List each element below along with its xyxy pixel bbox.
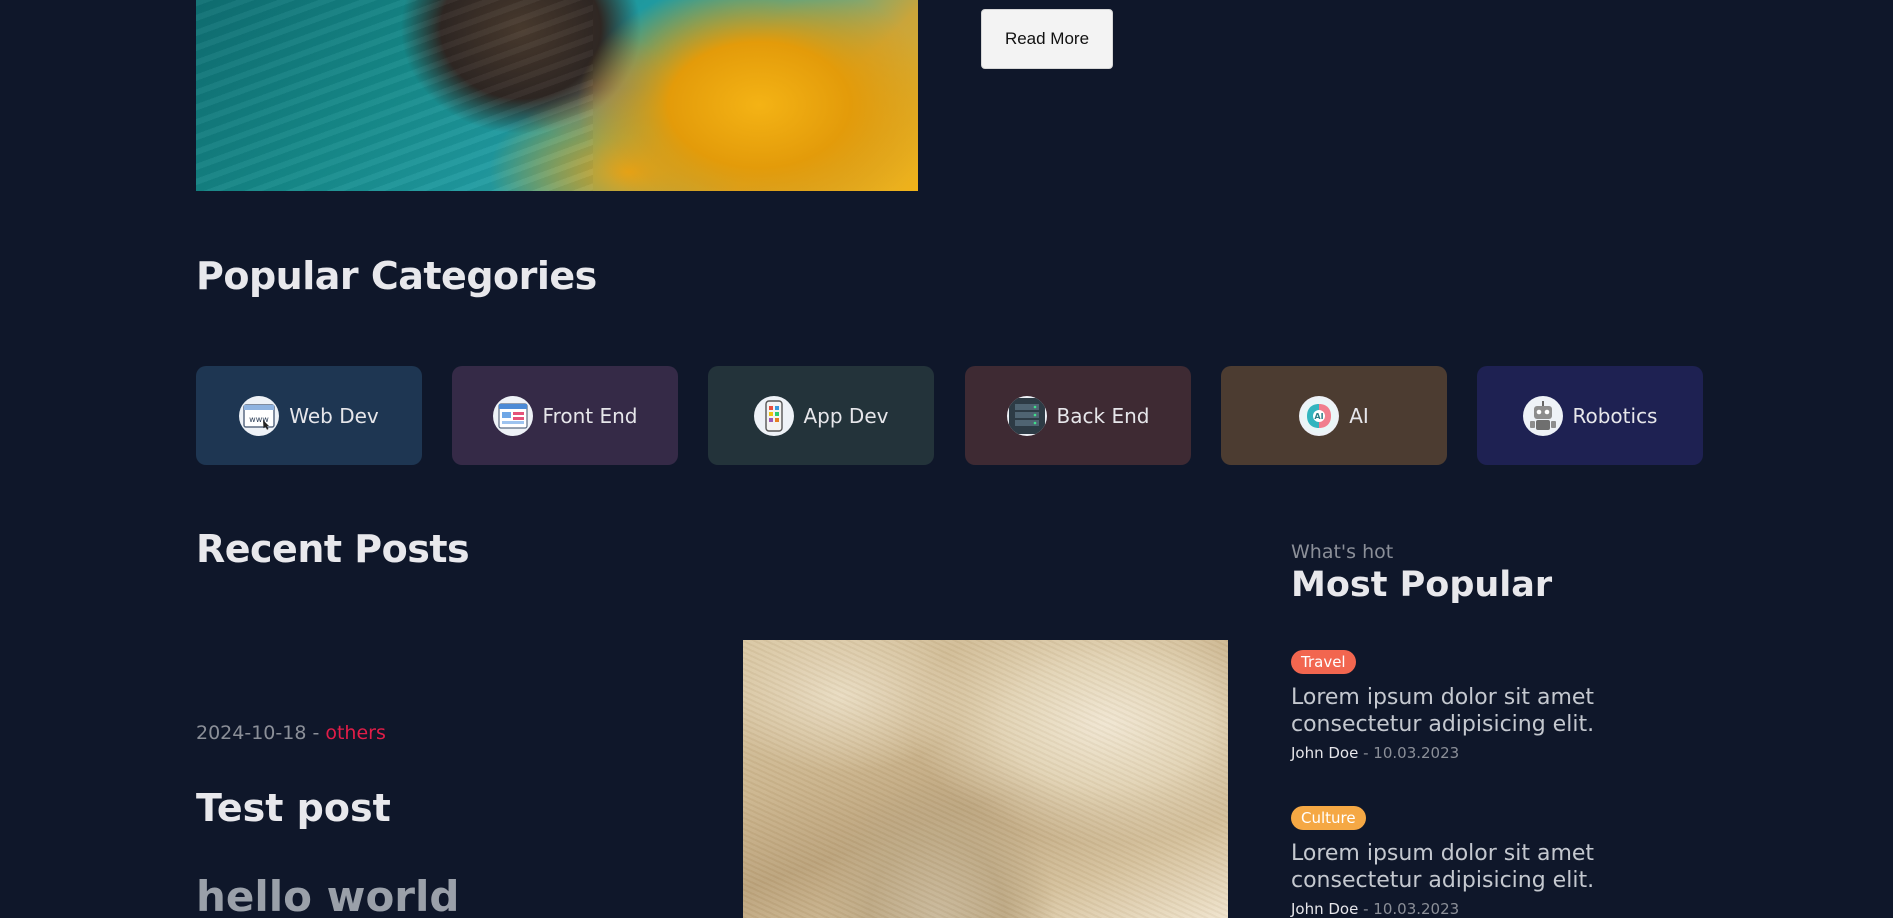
popular-post-item: Travel Lorem ipsum dolor sit amet consec… bbox=[1291, 650, 1711, 762]
popular-post-title[interactable]: Lorem ipsum dolor sit amet consectetur a… bbox=[1291, 684, 1711, 738]
popular-categories-title: Popular Categories bbox=[196, 254, 597, 298]
tag-badge-travel[interactable]: Travel bbox=[1291, 650, 1356, 674]
post-date: 2024-10-18 bbox=[196, 722, 307, 744]
server-icon bbox=[1006, 395, 1047, 436]
meta-separator: - bbox=[306, 722, 326, 744]
svg-text:www: www bbox=[249, 415, 269, 424]
www-browser-icon: www bbox=[239, 395, 280, 436]
byline-separator: - bbox=[1358, 744, 1374, 762]
post-title[interactable]: Test post bbox=[196, 786, 391, 830]
category-label: Back End bbox=[1056, 403, 1150, 428]
page: Read More Popular Categories www Web Dev bbox=[0, 0, 1893, 918]
category-app-dev[interactable]: App Dev bbox=[708, 366, 934, 465]
image-texture bbox=[196, 0, 594, 191]
category-label: App Dev bbox=[803, 403, 889, 428]
author-name: John Doe bbox=[1291, 744, 1359, 762]
read-more-button[interactable]: Read More bbox=[981, 9, 1113, 69]
featured-post-image[interactable] bbox=[196, 0, 918, 191]
popular-post-title[interactable]: Lorem ipsum dolor sit amet consectetur a… bbox=[1291, 840, 1711, 894]
categories-row: www Web Dev Front End App Dev Back End A… bbox=[196, 366, 1704, 465]
image-texture bbox=[743, 640, 1228, 918]
category-front-end[interactable]: Front End bbox=[452, 366, 678, 465]
tag-badge-culture[interactable]: Culture bbox=[1291, 806, 1366, 830]
robot-icon bbox=[1522, 395, 1563, 436]
category-robotics[interactable]: Robotics bbox=[1477, 366, 1703, 465]
byline-separator: - bbox=[1358, 900, 1374, 918]
category-label: Front End bbox=[542, 403, 638, 428]
post-meta: 2024-10-18 - others bbox=[196, 722, 386, 744]
popular-post-byline: John Doe - 10.03.2023 bbox=[1291, 744, 1711, 762]
post-date: 10.03.2023 bbox=[1373, 744, 1460, 762]
popular-post-item: Culture Lorem ipsum dolor sit amet conse… bbox=[1291, 806, 1711, 918]
category-ai[interactable]: AI AI bbox=[1221, 366, 1447, 465]
code-window-icon bbox=[492, 395, 533, 436]
category-label: AI bbox=[1349, 403, 1369, 428]
brain-icon: AI bbox=[1299, 395, 1340, 436]
post-category-link[interactable]: others bbox=[325, 722, 386, 744]
post-excerpt: hello world bbox=[196, 872, 460, 918]
author-name: John Doe bbox=[1291, 900, 1359, 918]
category-label: Web Dev bbox=[289, 403, 379, 428]
recent-posts-title: Recent Posts bbox=[196, 527, 470, 571]
post-image[interactable] bbox=[743, 640, 1228, 918]
popular-post-byline: John Doe - 10.03.2023 bbox=[1291, 900, 1711, 918]
most-popular-title: Most Popular bbox=[1291, 565, 1553, 605]
svg-text:AI: AI bbox=[1315, 412, 1324, 421]
sidebar-kicker: What's hot bbox=[1291, 541, 1394, 563]
category-back-end[interactable]: Back End bbox=[965, 366, 1191, 465]
mobile-app-icon bbox=[753, 395, 794, 436]
post-date: 10.03.2023 bbox=[1373, 900, 1460, 918]
category-label: Robotics bbox=[1572, 403, 1658, 428]
category-web-dev[interactable]: www Web Dev bbox=[196, 366, 422, 465]
